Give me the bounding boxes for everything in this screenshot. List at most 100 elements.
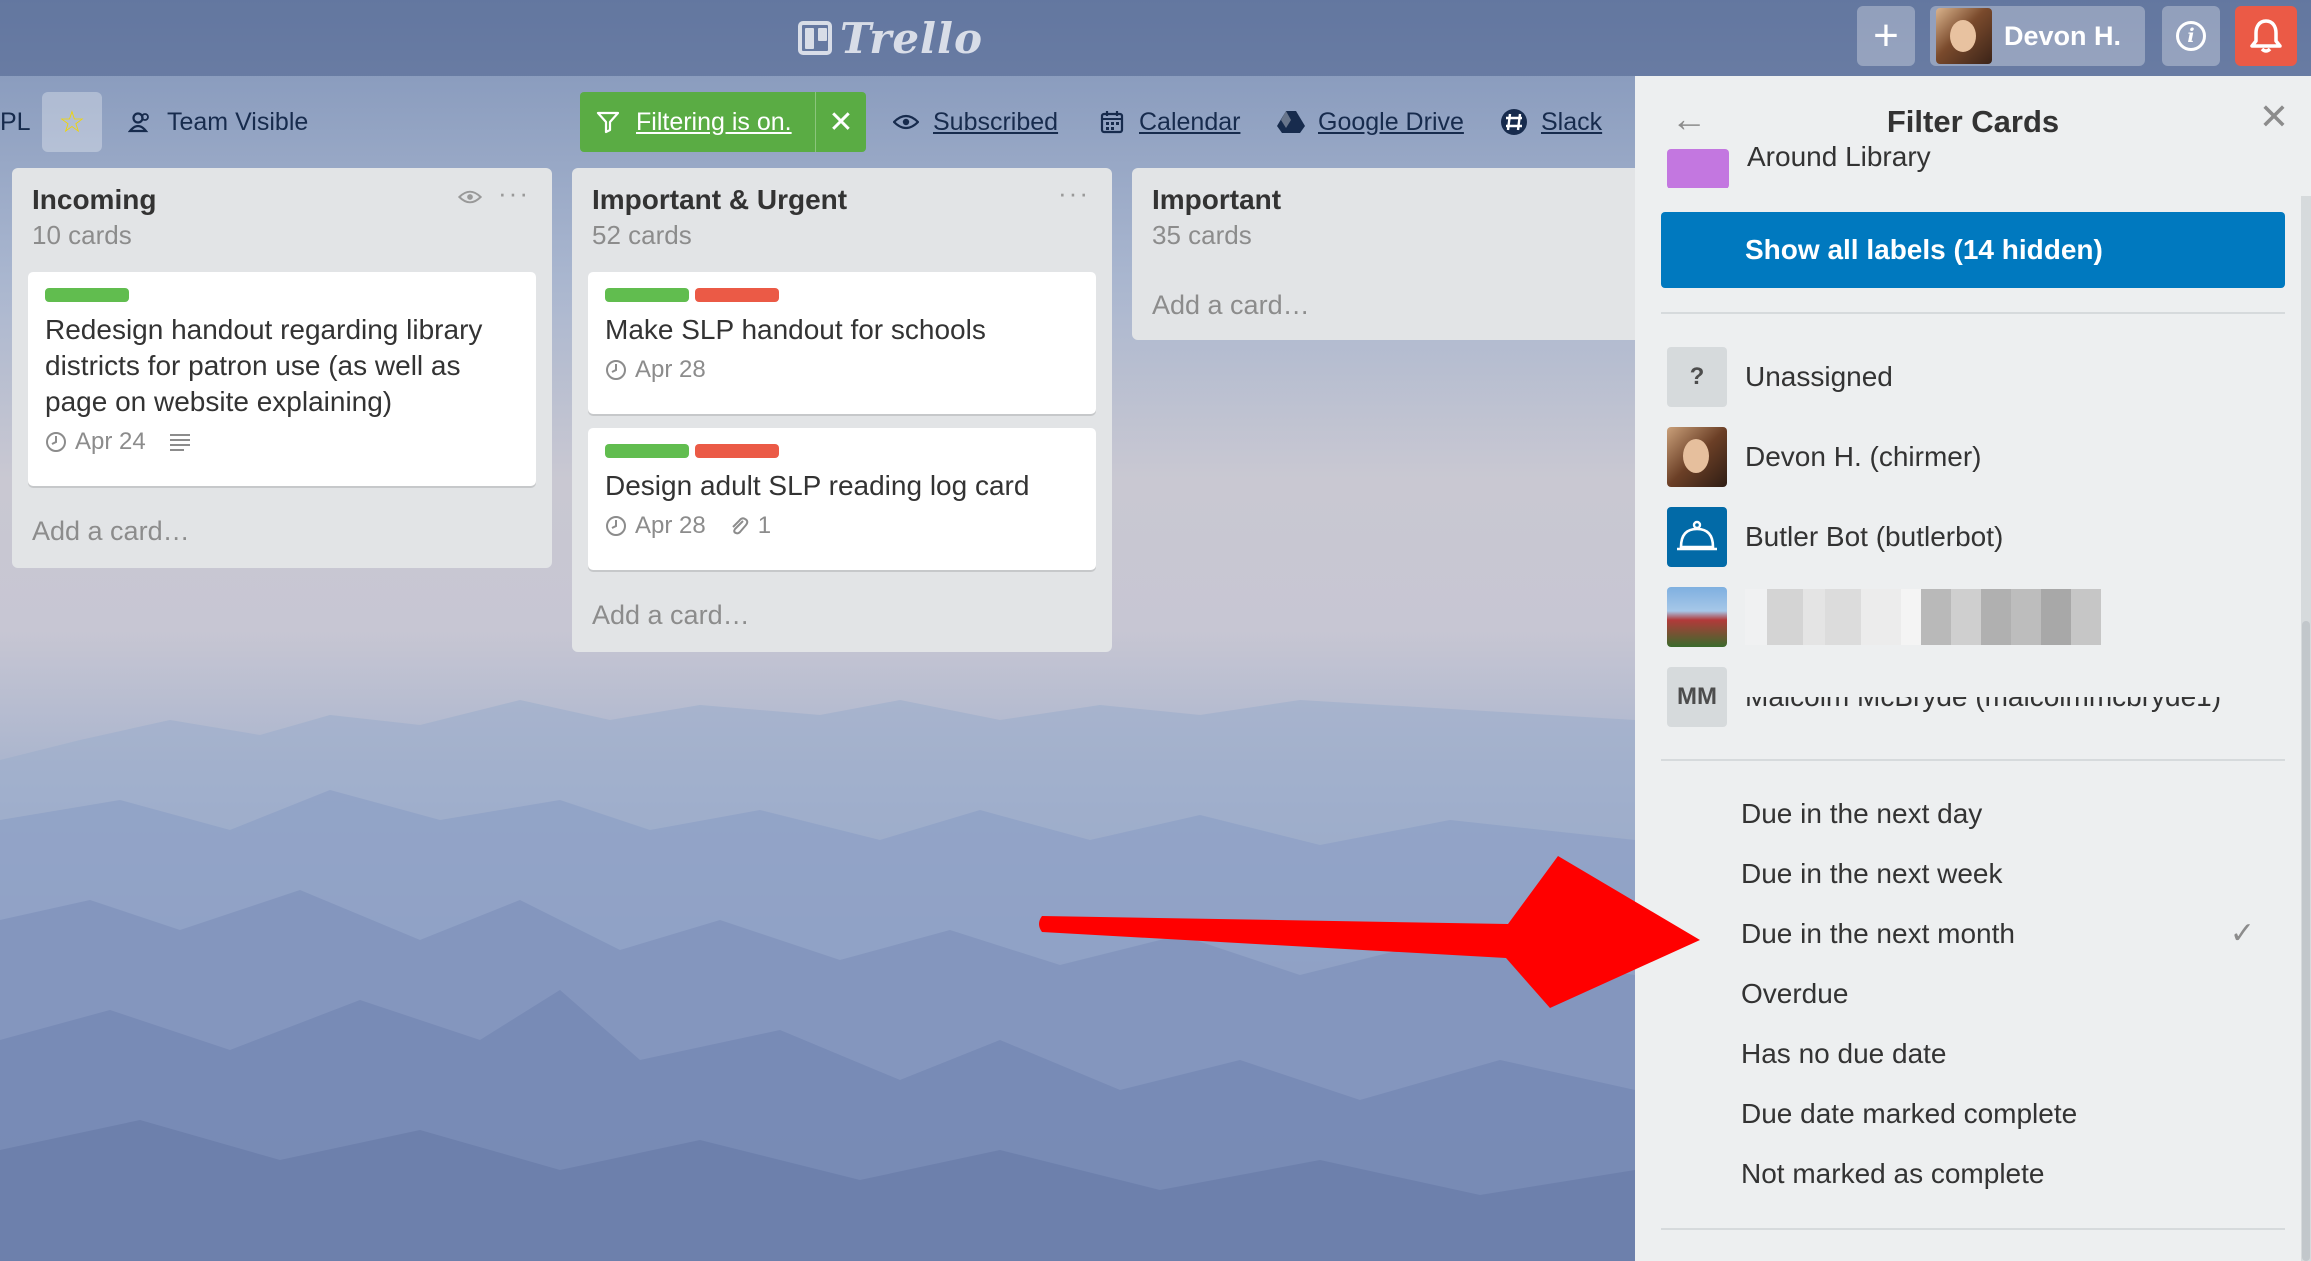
user-menu-button[interactable]: Devon H.: [1930, 6, 2145, 66]
trello-logo[interactable]: Trello: [798, 12, 983, 64]
info-button[interactable]: i: [2162, 6, 2220, 66]
member-name: Devon H. (chirmer): [1745, 441, 1982, 472]
due-date-badge: Apr 28: [605, 356, 706, 384]
list-title[interactable]: Important: [1152, 184, 1281, 216]
board-name-text: PL: [0, 107, 31, 136]
slack-label: Slack: [1541, 107, 1603, 136]
card[interactable]: Design adult SLP reading log card Apr 28…: [588, 428, 1096, 570]
subscribed-label: Subscribed: [933, 107, 1059, 136]
star-board-button[interactable]: ☆: [42, 92, 102, 152]
top-header: Trello + Devon H. i: [0, 0, 2311, 76]
avatar: [1936, 8, 1992, 64]
filtering-label[interactable]: Filtering is on.: [636, 108, 815, 137]
clock-icon: [606, 360, 626, 380]
green-label: [45, 288, 129, 302]
slack-button[interactable]: Slack: [1499, 92, 1602, 152]
green-label: [605, 288, 689, 302]
card-labels: [45, 288, 519, 302]
divider: [1661, 1228, 2285, 1230]
panel-scrollbar-thumb[interactable]: [2302, 621, 2310, 1261]
due-filter-next-day[interactable]: Due in the next day: [1741, 798, 1982, 830]
star-icon: ☆: [58, 105, 86, 139]
list-important-urgent: Important & Urgent 52 cards ··· Make SLP…: [572, 168, 1112, 652]
description-icon: [168, 432, 192, 452]
member-filter-butler-bot[interactable]: Butler Bot (butlerbot): [1667, 506, 2275, 568]
show-all-labels-button[interactable]: Show all labels (14 hidden): [1661, 212, 2285, 288]
member-filter-redacted[interactable]: [1667, 586, 2275, 648]
purple-label-swatch: [1667, 149, 1729, 188]
clear-filter-icon[interactable]: ✕: [815, 92, 866, 152]
avatar: [1667, 587, 1727, 647]
member-filter-unassigned[interactable]: ? Unassigned: [1667, 346, 2275, 408]
list-title[interactable]: Incoming: [32, 184, 156, 216]
divider: [1661, 312, 2285, 314]
subscribed-button[interactable]: Subscribed: [891, 92, 1058, 152]
red-label: [695, 288, 779, 302]
member-filter-mm[interactable]: MM Malcolm McBryde (malcolmmcbryde1): [1667, 666, 2275, 728]
attachment-count: 1: [757, 512, 772, 539]
notifications-button[interactable]: [2235, 6, 2297, 66]
visibility-button[interactable]: Team Visible: [125, 92, 308, 152]
filter-cards-panel: ← Filter Cards ✕ Around Library Show all…: [1635, 76, 2311, 1261]
add-card-button[interactable]: Add a card…: [1152, 290, 1310, 321]
list-incoming: Incoming 10 cards ··· Redesign handout r…: [12, 168, 552, 568]
create-button[interactable]: +: [1857, 6, 1915, 66]
label-name: Around Library: [1747, 141, 1931, 172]
close-icon[interactable]: ✕: [2259, 96, 2289, 138]
card[interactable]: Redesign handout regarding library distr…: [28, 272, 536, 486]
due-filter-not-complete[interactable]: Not marked as complete: [1741, 1158, 2044, 1190]
slack-icon: [1499, 108, 1529, 136]
calendar-button[interactable]: Calendar: [1097, 92, 1240, 152]
clock-icon: [606, 516, 626, 536]
list-menu-icon[interactable]: ···: [498, 178, 530, 209]
add-card-button[interactable]: Add a card…: [32, 516, 190, 547]
member-filter-devon[interactable]: Devon H. (chirmer): [1667, 426, 2275, 488]
google-drive-button[interactable]: Google Drive: [1276, 92, 1464, 152]
google-drive-icon: [1276, 110, 1306, 134]
member-name: Malcolm McBryde (malcolmmcbryde1): [1745, 681, 2222, 712]
add-card-button[interactable]: Add a card…: [592, 600, 750, 631]
due-filter-marked-complete[interactable]: Due date marked complete: [1741, 1098, 2077, 1130]
list-card-count: 35 cards: [1152, 220, 1252, 250]
card-title: Redesign handout regarding library distr…: [45, 314, 483, 417]
trello-board-icon: [798, 21, 832, 55]
label-filter-around-library[interactable]: Around Library: [1667, 138, 2275, 188]
due-filter-overdue[interactable]: Overdue: [1741, 978, 1848, 1010]
due-filter-no-due-date[interactable]: Has no due date: [1741, 1038, 1947, 1070]
calendar-icon: [1097, 110, 1127, 134]
card-badges: Apr 28 1: [605, 512, 1079, 540]
eye-icon: [891, 113, 921, 131]
clock-icon: [46, 432, 66, 452]
info-icon: i: [2176, 21, 2206, 51]
list-card-count: 10 cards: [32, 220, 132, 250]
board-name[interactable]: PL: [0, 92, 31, 152]
plus-icon: +: [1873, 11, 1899, 60]
card-badges: Apr 28: [605, 356, 1079, 384]
panel-title: Filter Cards: [1886, 104, 2060, 139]
member-initials: MM: [1667, 667, 1727, 727]
red-label: [695, 444, 779, 458]
list-card-count: 52 cards: [592, 220, 692, 250]
google-drive-label: Google Drive: [1318, 107, 1464, 136]
attachment-badge: 1: [728, 512, 771, 540]
list-menu-icon[interactable]: ···: [1058, 178, 1090, 209]
card-title: Design adult SLP reading log card: [605, 470, 1030, 501]
eye-icon: [457, 184, 483, 212]
filter-icon: [580, 110, 636, 134]
card[interactable]: Make SLP handout for schools Apr 28: [588, 272, 1096, 414]
divider: [1661, 759, 2285, 761]
list-title[interactable]: Important & Urgent: [592, 184, 847, 216]
due-filter-next-month[interactable]: Due in the next month: [1741, 918, 2015, 950]
redacted-name: [1745, 589, 2101, 645]
filtering-indicator[interactable]: Filtering is on. ✕: [580, 92, 866, 152]
board-header-bar: PL ☆ Team Visible Filtering is on. ✕ Sub…: [0, 92, 1635, 152]
paperclip-icon: [732, 517, 748, 535]
due-filter-next-week[interactable]: Due in the next week: [1741, 858, 2003, 890]
user-name: Devon H.: [2004, 20, 2122, 51]
due-date-badge: Apr 28: [605, 512, 706, 540]
card-badges: Apr 24: [45, 428, 519, 456]
green-label: [605, 444, 689, 458]
card-labels: [605, 288, 1079, 302]
due-date-badge: Apr 24: [45, 428, 146, 456]
avatar: [1667, 427, 1727, 487]
